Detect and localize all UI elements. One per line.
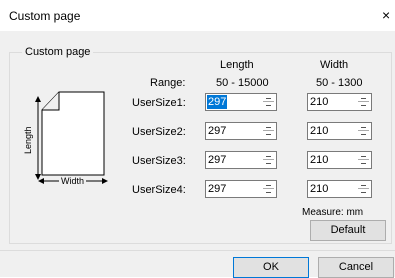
usersize3-label: UserSize3: [132, 155, 186, 167]
spin-arrows-icon[interactable] [358, 154, 369, 166]
usersize1-length-value[interactable]: 297 [207, 95, 228, 109]
usersize4-width-value[interactable]: 210 [309, 182, 329, 196]
usersize4-label: UserSize4: [132, 184, 186, 196]
usersize2-width-spinner[interactable]: 210 [307, 122, 372, 140]
usersize2-label: UserSize2: [132, 126, 186, 138]
measure-unit: Measure: mm [302, 207, 364, 218]
length-label: Length [23, 126, 33, 154]
page-size-diagram: Length Width [23, 91, 108, 186]
usersize3-length-value[interactable]: 297 [207, 153, 227, 167]
cancel-button[interactable]: Cancel [318, 257, 394, 278]
usersize2-length-spinner[interactable]: 297 [205, 122, 277, 140]
spin-arrows-icon[interactable] [358, 96, 369, 108]
spin-arrows-icon[interactable] [263, 96, 274, 108]
usersize4-width-spinner[interactable]: 210 [307, 180, 372, 198]
range-label: Range: [150, 77, 186, 89]
spin-arrows-icon[interactable] [263, 154, 274, 166]
usersize3-width-value[interactable]: 210 [309, 153, 329, 167]
width-header: Width [320, 59, 349, 71]
usersize1-length-spinner[interactable]: 297 [205, 93, 277, 111]
button-divider [0, 250, 395, 251]
ok-button[interactable]: OK [233, 257, 309, 278]
usersize4-length-spinner[interactable]: 297 [205, 180, 277, 198]
usersize2-width-value[interactable]: 210 [309, 124, 329, 138]
window-title: Custom page [9, 9, 81, 23]
usersize2-length-value[interactable]: 297 [207, 124, 227, 138]
width-range: 50 - 1300 [316, 77, 363, 89]
spin-arrows-icon[interactable] [358, 125, 369, 137]
title-bar: Custom page × [0, 0, 395, 31]
usersize1-width-value[interactable]: 210 [309, 95, 329, 109]
length-header: Length [220, 59, 254, 71]
width-label: Width [61, 176, 84, 186]
dialog-body: Custom page Length Width Length Width Ra… [0, 31, 395, 278]
spin-arrows-icon[interactable] [263, 183, 274, 195]
default-button[interactable]: Default [310, 220, 386, 241]
usersize1-width-spinner[interactable]: 210 [307, 93, 372, 111]
spin-arrows-icon[interactable] [358, 183, 369, 195]
usersize3-width-spinner[interactable]: 210 [307, 151, 372, 169]
usersize1-label: UserSize1: [132, 97, 186, 109]
spin-arrows-icon[interactable] [263, 125, 274, 137]
length-arrow-label: Length [23, 126, 33, 154]
length-range: 50 - 15000 [216, 77, 269, 89]
usersize4-length-value[interactable]: 297 [207, 182, 227, 196]
usersize3-length-spinner[interactable]: 297 [205, 151, 277, 169]
close-icon[interactable]: × [382, 7, 390, 23]
group-label: Custom page [22, 46, 94, 58]
